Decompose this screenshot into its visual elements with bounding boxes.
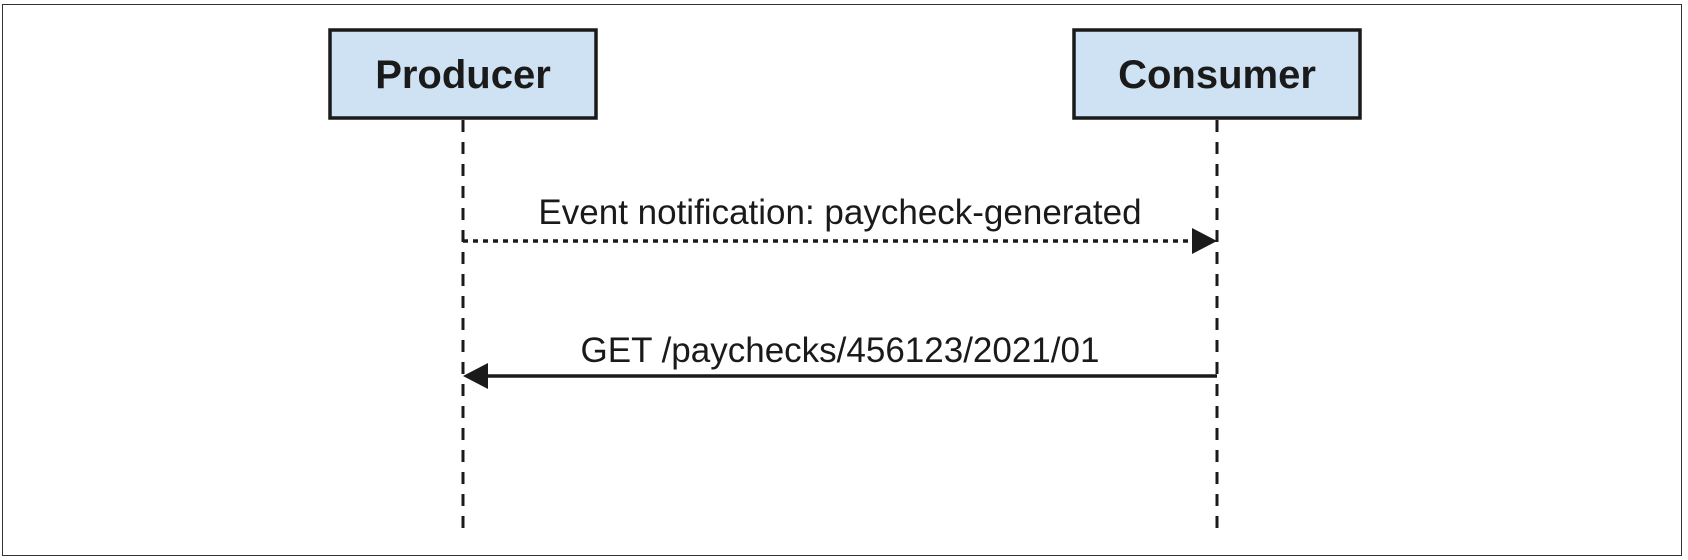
arrowhead-right-icon bbox=[1192, 228, 1217, 254]
consumer-label: Consumer bbox=[1118, 53, 1316, 97]
consumer-participant: Consumer bbox=[1072, 28, 1362, 120]
message-label: GET /paychecks/456123/2021/01 bbox=[581, 331, 1100, 370]
producer-participant: Producer bbox=[328, 28, 598, 120]
sequence-diagram: Producer Consumer Event notification: pa… bbox=[328, 28, 1362, 530]
message-get-request: GET /paychecks/456123/2021/01 bbox=[463, 331, 1217, 389]
arrowhead-left-icon bbox=[463, 363, 488, 389]
producer-label: Producer bbox=[375, 53, 551, 97]
message-event-notification: Event notification: paycheck-generated bbox=[463, 193, 1217, 254]
message-label: Event notification: paycheck-generated bbox=[538, 193, 1141, 232]
